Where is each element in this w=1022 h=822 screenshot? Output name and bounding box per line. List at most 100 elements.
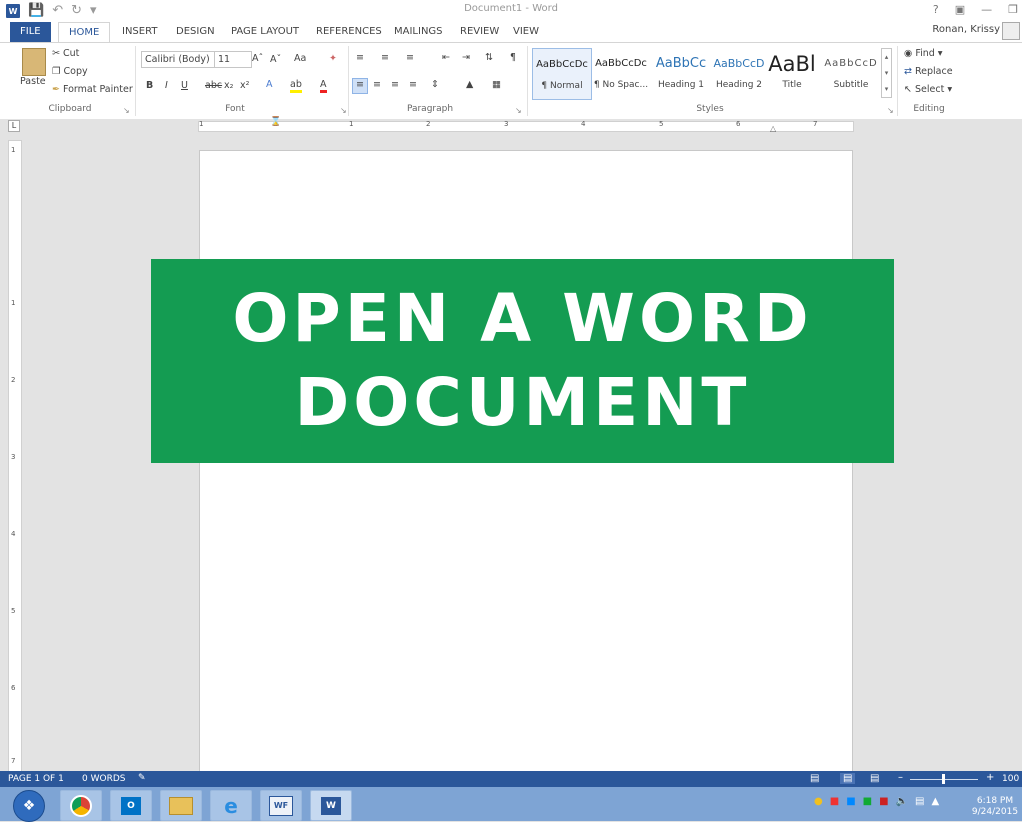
select-button[interactable]: ↖ Select ▾ [904,84,952,95]
speaker-icon[interactable]: ▲ [931,796,939,807]
underline-icon[interactable]: U [181,80,188,91]
paste-icon[interactable] [22,48,46,76]
zoom-in-icon[interactable]: + [986,772,994,783]
tab-selector-icon[interactable]: L [8,120,20,132]
ruler-track[interactable] [198,121,854,132]
style-normal[interactable]: AaBbCcDc ¶ Normal [532,48,592,100]
tray-shield-icon[interactable]: ■ [879,796,888,807]
style-no-spacing[interactable]: AaBbCcDc ¶ No Spac... [592,48,650,98]
copy-button[interactable]: ❐ Copy [52,66,88,77]
ribbon-display-icon[interactable]: ▣ [955,3,965,16]
grow-font-icon[interactable]: Aˆ [252,53,263,64]
print-layout-icon[interactable]: ▤ [840,773,856,784]
word-count[interactable]: 0 WORDS [82,774,125,784]
windows-start-icon[interactable]: ❖ [13,790,45,822]
tab-file[interactable]: FILE [10,22,51,42]
shading-icon[interactable]: ▲ [466,79,473,90]
restore-icon[interactable]: ❐ [1008,3,1018,16]
banner-line-1: OPEN A WORD [232,280,813,357]
tab-page-layout[interactable]: PAGE LAYOUT [221,22,309,42]
zoom-out-icon[interactable]: – [898,772,903,783]
line-spacing-icon[interactable]: ⇕ [431,79,439,90]
user-name[interactable]: Ronan, Krissy [932,24,1000,35]
style-title[interactable]: AaBl Title [765,48,819,98]
font-size-select[interactable]: 11 [214,51,252,68]
shrink-font-icon[interactable]: Aˇ [270,54,281,65]
format-painter-button[interactable]: ✒ Format Painter [52,84,133,95]
word-taskbar-icon[interactable]: W [310,790,352,821]
increase-indent-icon[interactable]: ⇥ [462,52,470,63]
tab-view[interactable]: VIEW [503,22,549,42]
font-name-select[interactable]: Calibri (Body) [141,51,217,68]
zoom-level[interactable]: 100 [1002,774,1022,784]
highlight-icon[interactable]: ab [290,79,302,93]
subscript-icon[interactable]: x₂ [224,80,233,91]
bold-icon[interactable]: B [146,80,153,91]
bullets-icon[interactable]: ≡ [356,52,364,63]
styles-gallery-scroll[interactable]: ▴ ▾ ▾ [881,48,892,98]
network-icon[interactable]: ▤ [915,796,924,807]
find-button[interactable]: ◉ Find ▾ [904,48,943,59]
sort-icon[interactable]: ⇅ [485,52,493,63]
file-explorer-icon[interactable] [160,790,202,821]
style-heading-2[interactable]: AaBbCcD Heading 2 [710,48,768,98]
window-title: Document1 - Word [464,3,558,14]
tray-app-icon[interactable]: ■ [830,796,839,807]
tab-home[interactable]: HOME [58,22,111,43]
style-subtitle[interactable]: AaBbCcD Subtitle [823,48,879,98]
paragraph-group-label: Paragraph [406,104,454,114]
wordperfect-icon[interactable]: WF [260,790,302,821]
tab-review[interactable]: REVIEW [450,22,509,42]
minimize-icon[interactable]: — [981,3,992,16]
numbering-icon[interactable]: ≡ [381,52,389,63]
italic-icon[interactable]: I [165,80,168,91]
justify-icon[interactable]: ≡ [409,79,417,90]
brush-icon: ✒ [52,84,63,95]
clock[interactable]: 6:18 PM 9/24/2015 [968,796,1022,818]
align-left-icon[interactable]: ≡ [352,78,368,94]
replace-button[interactable]: ⇄ Replace [904,66,953,77]
indent-marker-icon[interactable]: ⌛ [270,117,281,127]
decrease-indent-icon[interactable]: ⇤ [442,52,450,63]
font-launcher-icon[interactable]: ↘ [340,106,347,115]
multilevel-list-icon[interactable]: ≡ [406,52,414,63]
page-count[interactable]: PAGE 1 OF 1 [8,774,64,784]
right-indent-icon[interactable]: △ [770,124,776,133]
proofing-icon[interactable]: ✎ [138,773,146,783]
help-icon[interactable]: ? [933,3,939,16]
change-case-button[interactable]: Aa [294,53,306,64]
web-layout-icon[interactable]: ▤ [870,773,879,784]
tab-mailings[interactable]: MAILINGS [384,22,453,42]
outlook-icon[interactable]: O [110,790,152,821]
align-center-icon[interactable]: ≡ [373,79,381,90]
style-heading-1[interactable]: AaBbCc Heading 1 [652,48,710,98]
title-banner: OPEN A WORD DOCUMENT [151,259,894,463]
read-mode-icon[interactable]: ▤ [810,773,819,784]
avatar[interactable] [1002,22,1020,40]
paragraph-launcher-icon[interactable]: ↘ [515,106,522,115]
internet-explorer-icon[interactable]: e [210,790,252,821]
divider [135,46,136,116]
zoom-slider-handle[interactable] [942,774,945,784]
tab-references[interactable]: REFERENCES [306,22,392,42]
superscript-icon[interactable]: x² [240,80,249,91]
tray-chrome-icon[interactable]: ● [814,796,823,807]
clipboard-launcher-icon[interactable]: ↘ [123,106,130,115]
ruler-number: 4 [581,120,586,128]
text-effects-icon[interactable]: A [266,79,273,90]
cut-button[interactable]: ✂ Cut [52,48,79,59]
font-color-icon[interactable]: A [320,79,327,93]
borders-icon[interactable]: ▦ [492,79,501,90]
tab-design[interactable]: DESIGN [166,22,225,42]
chrome-icon[interactable] [60,790,102,821]
show-formatting-icon[interactable]: ¶ [510,52,516,63]
tray-outlook-icon[interactable]: ■ [846,796,855,807]
tab-insert[interactable]: INSERT [112,22,167,42]
volume-icon[interactable]: 🔈 [896,796,908,807]
align-right-icon[interactable]: ≡ [391,79,399,90]
styles-launcher-icon[interactable]: ↘ [887,106,894,115]
strikethrough-icon[interactable]: abc [205,80,222,91]
tray-security-icon[interactable]: ■ [863,796,872,807]
paste-button[interactable]: Paste [20,76,46,87]
clear-format-icon[interactable]: ✦ [329,53,337,64]
